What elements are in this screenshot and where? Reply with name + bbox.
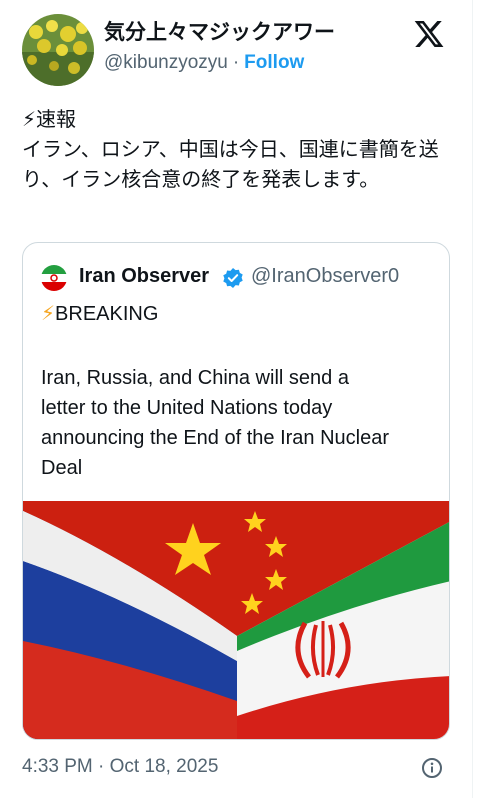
author-handle[interactable]: @kibunzyozyu [104, 52, 228, 73]
author-display-name[interactable]: 気分上々マジックアワー [104, 16, 335, 46]
author-handle-row: @kibunzyozyu · Follow [104, 52, 304, 74]
separator-dot: · [232, 52, 240, 73]
quoted-tweet[interactable]: Iran Observer @IranObserver0 ⚡BREAKING I… [22, 242, 450, 740]
x-logo-icon[interactable] [412, 18, 446, 50]
quote-breaking-line: ⚡BREAKING [41, 301, 158, 326]
quote-author-name[interactable]: Iran Observer [79, 265, 209, 288]
follow-button[interactable]: Follow [244, 52, 304, 73]
column-border [472, 0, 473, 798]
lightning-bolt-icon: ⚡ [41, 301, 56, 325]
author-avatar[interactable] [22, 14, 94, 86]
tweet-timestamp[interactable]: 4:33 PM · Oct 18, 2025 [22, 756, 218, 778]
info-icon[interactable] [421, 757, 443, 779]
breaking-label: BREAKING [55, 303, 159, 325]
quote-author-handle[interactable]: @IranObserver0 [251, 265, 399, 288]
tweet-card: 気分上々マジックアワー @kibunzyozyu · Follow ⚡速報 イラン、… [0, 0, 472, 798]
quote-flags-image[interactable] [23, 501, 449, 739]
quote-author-avatar[interactable] [41, 265, 67, 291]
tweet-text: ⚡速報 イラン、ロシア、中国は今日、国連に書簡を送り、イラン核合意の終了を発表し… [22, 107, 439, 191]
quote-body-text: Iran, Russia, and China will send a lett… [41, 367, 390, 479]
verified-badge-icon [222, 267, 244, 289]
